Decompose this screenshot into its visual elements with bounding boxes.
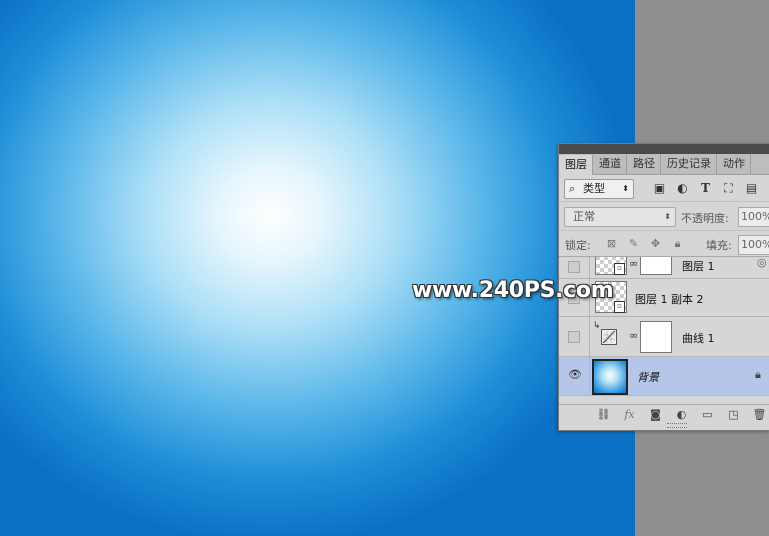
- blend-row: 正常 ⬍ 不透明度: 100%: [559, 201, 769, 230]
- layer-name[interactable]: 背景: [637, 369, 659, 385]
- layer-name[interactable]: 曲线 1: [682, 330, 715, 346]
- new-layer-icon[interactable]: ◳: [725, 406, 742, 422]
- updown-arrow-icon: ⬍: [664, 212, 671, 221]
- layer-name[interactable]: 图层 1: [682, 258, 715, 274]
- blend-mode-label: 正常: [573, 210, 595, 223]
- add-mask-icon[interactable]: ◙: [647, 406, 664, 422]
- kind-filter-label: 类型: [583, 182, 605, 195]
- layer-thumbnail: [592, 359, 628, 395]
- lock-transparency-icon[interactable]: ⊠: [603, 235, 620, 252]
- document-canvas[interactable]: [0, 0, 635, 536]
- opacity-label: 不透明度:: [681, 212, 729, 225]
- link-layers-icon[interactable]: ⛓: [595, 406, 612, 422]
- shape-filter-icon[interactable]: ⛶: [720, 179, 737, 197]
- panel-title-bar[interactable]: [559, 144, 769, 154]
- panel-tabs: 图层 通道 路径 历史记录 动作: [559, 154, 769, 175]
- filter-row: ⌕ 类型 ⬍ ▣ ◐ T ⛶ ▤: [559, 175, 769, 201]
- curves-adjustment-icon: [601, 329, 617, 345]
- tab-actions[interactable]: 动作: [717, 154, 751, 174]
- clipping-arrow-icon: ↳: [593, 321, 601, 331]
- adjustment-layer-icon[interactable]: ◐: [673, 406, 690, 422]
- visibility-toggle[interactable]: [559, 257, 590, 278]
- trash-icon[interactable]: 🗑︎: [751, 406, 768, 422]
- layer-name[interactable]: 图层 1 副本 2: [635, 291, 704, 307]
- adjustment-filter-icon[interactable]: ◐: [674, 179, 691, 197]
- tab-layers[interactable]: 图层: [559, 155, 593, 175]
- chain-link-icon[interactable]: ∞: [629, 257, 638, 270]
- lock-icon: 🔒︎: [755, 368, 761, 381]
- filter-icons: ▣ ◐ T ⛶ ▤: [651, 179, 760, 197]
- opacity-field[interactable]: 100%: [738, 207, 769, 227]
- layer-row[interactable]: ▫ ∞ 图层 1 ◎: [559, 256, 769, 279]
- panel-bottom-toolbar: ⛓ fx ◙ ◐ ▭ ◳ 🗑︎: [559, 404, 769, 423]
- lock-all-icon[interactable]: 🔒︎: [669, 235, 686, 252]
- new-group-folder-icon[interactable]: ▭: [699, 406, 716, 422]
- visibility-toggle[interactable]: 👁︎: [559, 357, 590, 395]
- search-icon: ⌕: [569, 182, 576, 195]
- updown-arrow-icon: ⬍: [622, 184, 629, 193]
- lock-row: 锁定: ⊠ ✎ ✥ 🔒︎ 填充: 100%: [559, 230, 769, 257]
- mask-thumbnail: [640, 321, 672, 353]
- visibility-toggle[interactable]: [559, 317, 590, 356]
- tab-channels[interactable]: 通道: [593, 154, 627, 174]
- fill-field[interactable]: 100%: [738, 235, 769, 255]
- type-filter-icon[interactable]: T: [697, 179, 714, 197]
- bottom-icons: ⛓ fx ◙ ◐ ▭ ◳ 🗑︎: [595, 406, 768, 422]
- smart-object-icon: ▫: [614, 301, 625, 313]
- tab-paths[interactable]: 路径: [627, 154, 661, 174]
- fill-label: 填充:: [706, 239, 732, 252]
- fx-icon[interactable]: fx: [621, 406, 638, 422]
- watermark-text: www.240PS.com: [412, 278, 614, 303]
- eye-icon: 👁︎: [568, 368, 582, 381]
- blend-mode-select[interactable]: 正常 ⬍: [564, 207, 676, 227]
- smart-object-icon: ▫: [614, 263, 625, 275]
- smart-object-filter-icon[interactable]: ▤: [743, 179, 760, 197]
- resize-grip[interactable]: [667, 423, 687, 428]
- chain-link-icon[interactable]: ∞: [629, 329, 638, 342]
- layer-row[interactable]: ↳ ∞ 曲线 1: [559, 317, 769, 357]
- layer-row-selected[interactable]: 👁︎ 背景 🔒︎: [559, 357, 769, 396]
- lock-label: 锁定:: [565, 239, 591, 252]
- lock-pixels-brush-icon[interactable]: ✎: [625, 235, 642, 252]
- smart-filter-icon: ◎: [757, 256, 767, 269]
- pixel-filter-icon[interactable]: ▣: [651, 179, 668, 197]
- tab-history[interactable]: 历史记录: [661, 154, 717, 174]
- lock-position-move-icon[interactable]: ✥: [647, 235, 664, 252]
- lock-icons: ⊠ ✎ ✥ 🔒︎: [603, 235, 686, 252]
- mask-thumbnail: [640, 257, 672, 275]
- kind-filter-select[interactable]: ⌕ 类型 ⬍: [564, 179, 634, 199]
